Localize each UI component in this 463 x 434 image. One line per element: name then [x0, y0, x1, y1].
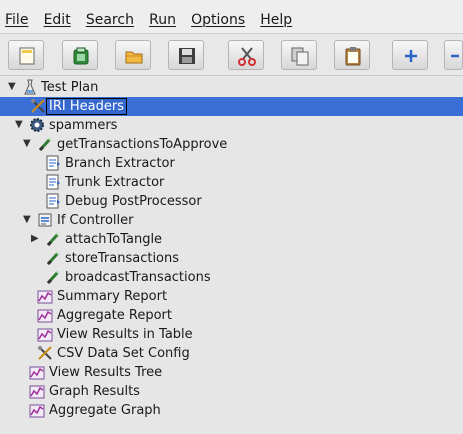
tree-node-label: attachToTangle	[65, 232, 163, 247]
paste-button[interactable]	[334, 40, 370, 70]
tree-node[interactable]: ▼ getTransactionsToApprove	[0, 135, 463, 154]
folder-icon	[125, 51, 143, 64]
minus-icon	[451, 54, 459, 58]
templates-icon	[73, 47, 89, 65]
tree-node[interactable]: Debug PostProcessor	[0, 192, 463, 211]
tree-node-label: Test Plan	[41, 80, 99, 95]
listener-icon	[37, 326, 53, 342]
scissors-icon	[238, 47, 256, 66]
tree-node[interactable]: Aggregate Report	[0, 306, 463, 325]
controller-icon	[37, 212, 53, 228]
tree-node-label: broadcastTransactions	[65, 270, 211, 285]
tree-node[interactable]: View Results Tree	[0, 363, 463, 382]
menu-search[interactable]: Search	[86, 12, 134, 28]
copy-button[interactable]	[281, 40, 317, 70]
cut-button[interactable]	[228, 40, 264, 70]
tree-node-label: IRI Headers	[46, 98, 127, 115]
tree-node[interactable]: Summary Report	[0, 287, 463, 306]
tree-node-label: Branch Extractor	[65, 156, 175, 171]
menu-run[interactable]: Run	[149, 12, 176, 28]
sampler-icon	[45, 250, 61, 266]
tree-node[interactable]: Graph Results	[0, 382, 463, 401]
config-icon	[37, 345, 53, 361]
collapse-toggle-icon[interactable]: ▼	[23, 138, 33, 150]
extractor-icon	[45, 193, 61, 209]
clipboard-icon	[345, 47, 361, 66]
tree-node-label: spammers	[49, 118, 118, 133]
tree-node[interactable]: CSV Data Set Config	[0, 344, 463, 363]
tree-node-label: Trunk Extractor	[65, 175, 165, 190]
collapse-button[interactable]	[444, 40, 463, 70]
menu-options[interactable]: Options	[191, 12, 245, 28]
collapse-toggle-icon[interactable]: ▼	[23, 214, 33, 226]
open-button[interactable]	[115, 40, 151, 70]
expand-toggle-icon[interactable]: ▶	[31, 233, 41, 245]
tree-node-label: View Results in Table	[57, 327, 193, 342]
tree-node-label: Debug PostProcessor	[65, 194, 202, 209]
copy-icon	[291, 47, 309, 66]
tree-node-label: Graph Results	[49, 384, 140, 399]
tree-node[interactable]: Branch Extractor	[0, 154, 463, 173]
tree-node[interactable]: broadcastTransactions	[0, 268, 463, 287]
new-document-icon	[19, 47, 35, 65]
tree-node-label: View Results Tree	[49, 365, 163, 380]
sampler-icon	[37, 136, 53, 152]
toolbar	[0, 35, 463, 76]
tree-node-label: Summary Report	[57, 289, 168, 304]
listener-icon	[29, 364, 45, 380]
tree-node-label: getTransactionsToApprove	[57, 137, 228, 152]
plus-icon	[405, 50, 417, 62]
listener-icon	[29, 402, 45, 418]
listener-icon	[29, 383, 45, 399]
tree-node[interactable]: storeTransactions	[0, 249, 463, 268]
tree-node-label: Aggregate Report	[57, 308, 172, 323]
tree-node[interactable]: ▼ Test Plan	[0, 78, 463, 97]
templates-button[interactable]	[62, 40, 98, 70]
menu-file[interactable]: File	[5, 12, 28, 28]
tree-node[interactable]: ▶ attachToTangle	[0, 230, 463, 249]
tree-node[interactable]: ▼ spammers	[0, 116, 463, 135]
expand-button[interactable]	[392, 40, 428, 70]
tree-node-label: If Controller	[57, 213, 134, 228]
test-plan-tree: ▼ Test Plan IRI Headers ▼ spammers ▼ getTransa…	[0, 76, 463, 434]
menu-edit[interactable]: Edit	[44, 12, 71, 28]
tree-node-label: CSV Data Set Config	[57, 346, 190, 361]
tree-node[interactable]: Trunk Extractor	[0, 173, 463, 192]
extractor-icon	[45, 174, 61, 190]
tree-node[interactable]: View Results in Table	[0, 325, 463, 344]
tree-node[interactable]: Aggregate Graph	[0, 401, 463, 420]
listener-icon	[37, 307, 53, 323]
testplan-icon	[22, 79, 38, 95]
new-plan-button[interactable]	[8, 40, 44, 70]
menu-help[interactable]: Help	[260, 12, 292, 28]
extractor-icon	[45, 155, 61, 171]
tree-node-label: Aggregate Graph	[49, 403, 161, 418]
tree-node-label: storeTransactions	[65, 251, 180, 266]
tree-node[interactable]: ▼ If Controller	[0, 211, 463, 230]
config-icon	[30, 98, 46, 114]
gear-icon	[29, 117, 45, 133]
save-button[interactable]	[168, 40, 204, 70]
floppy-disk-icon	[179, 48, 195, 64]
sampler-icon	[45, 269, 61, 285]
sampler-icon	[45, 231, 61, 247]
tree-node[interactable]: IRI Headers	[0, 97, 463, 116]
menu-bar: File Edit Search Run Options Help	[0, 0, 463, 34]
listener-icon	[37, 288, 53, 304]
collapse-toggle-icon[interactable]: ▼	[8, 81, 18, 93]
collapse-toggle-icon[interactable]: ▼	[15, 119, 25, 131]
